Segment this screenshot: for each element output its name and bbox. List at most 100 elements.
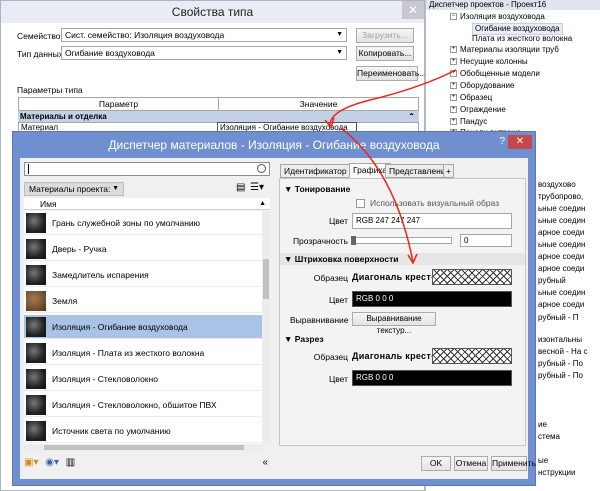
list-options-icon[interactable]: ☰▾: [250, 182, 264, 194]
browser-fragment[interactable]: арное соеди: [538, 228, 584, 238]
browser-fragment[interactable]: трубопрово,: [538, 192, 583, 202]
browser-fragment[interactable]: ьные соедин: [538, 240, 585, 250]
close-button[interactable]: ✕: [508, 135, 532, 149]
scroll-thumb[interactable]: [44, 445, 244, 450]
section-shading[interactable]: ▼ Тонирование: [280, 183, 525, 195]
params-group-row[interactable]: Материалы и отделка ⌃: [18, 111, 419, 122]
cut-pattern-name[interactable]: Диагональ крест-...: [352, 348, 443, 364]
minus-icon[interactable]: −: [450, 13, 457, 21]
browser-fragment[interactable]: воздухово: [538, 180, 576, 190]
type-select[interactable]: Огибание воздуховода ▼: [61, 46, 347, 60]
add-tab-button[interactable]: +: [443, 164, 454, 178]
plus-icon[interactable]: +: [450, 46, 457, 54]
browser-fragment[interactable]: арное соеди: [538, 300, 584, 310]
browser-fragment[interactable]: рубный: [538, 276, 566, 286]
collapse-panel-icon[interactable]: «: [262, 454, 268, 472]
browser-fragment[interactable]: ьные соедин: [538, 204, 585, 214]
list-item[interactable]: Изоляция - Стекловолокно, обшитое ПВХ: [24, 393, 262, 417]
library-panel-icon[interactable]: ▥: [66, 457, 75, 468]
family-select[interactable]: Сист. семейство: Изоляция воздуховода ▼: [61, 28, 347, 42]
library-select[interactable]: Материалы проекта: все ▼: [24, 182, 124, 206]
browser-fragment[interactable]: рубный - П: [538, 313, 579, 323]
shading-color-field[interactable]: RGB 247 247 247: [352, 213, 512, 229]
browser-fragment[interactable]: ьные соедин: [538, 288, 585, 298]
create-material-icon[interactable]: ◉▾: [45, 457, 59, 468]
browser-fragment[interactable]: ые: [538, 456, 548, 466]
vertical-scrollbar[interactable]: [262, 211, 270, 444]
cut-color-field[interactable]: RGB 0 0 0: [352, 370, 512, 386]
apply-button[interactable]: Применить: [491, 456, 536, 471]
ok-button[interactable]: OK: [421, 456, 451, 471]
tree-item-duct-insulation[interactable]: − Изоляция воздуховода: [450, 12, 545, 22]
transparency-slider[interactable]: [351, 236, 452, 245]
list-item[interactable]: Дверь - Ручка: [24, 237, 262, 261]
tree-item-generic-models[interactable]: + Обобщенные модели: [450, 69, 540, 79]
library-folder-icon[interactable]: ▣▾: [24, 457, 38, 468]
plus-icon[interactable]: +: [450, 106, 457, 114]
browser-fragment[interactable]: нструкции: [538, 468, 575, 478]
tree-item-equipment[interactable]: + Оборудование: [450, 81, 514, 91]
list-item[interactable]: Грань служебной зоны по умолчанию: [24, 211, 262, 235]
family-label: Семейство:: [17, 31, 63, 41]
surface-color-field[interactable]: RGB 0 0 0: [352, 291, 512, 307]
plus-icon[interactable]: +: [450, 82, 457, 90]
list-item[interactable]: Изоляция - Плата из жесткого волокна: [24, 341, 262, 365]
group-name: Материалы и отделка: [20, 112, 107, 121]
tree-item-pipe-insulation[interactable]: + Материалы изоляции труб: [450, 45, 559, 55]
list-item[interactable]: Изоляция - Стекловолокно: [24, 367, 262, 391]
plus-icon[interactable]: +: [450, 94, 457, 102]
chevron-down-icon: ▼: [336, 31, 343, 38]
texture-align-button[interactable]: Выравнивание текстур...: [352, 312, 436, 335]
left-pane-toolbar: ▣▾ ◉▾ ▥ «: [24, 454, 270, 472]
browser-fragment[interactable]: рубный - По: [538, 371, 583, 381]
tree-item-ramp[interactable]: + Пандус: [450, 117, 487, 127]
tree-item-sample[interactable]: + Образец: [450, 93, 492, 103]
view-mode-icon[interactable]: ▤: [236, 182, 245, 194]
use-appearance-checkbox[interactable]: [356, 199, 365, 208]
help-icon[interactable]: ?: [499, 136, 505, 147]
list-item[interactable]: Источник света по умолчанию: [24, 419, 262, 443]
list-item[interactable]: Земля: [24, 289, 262, 313]
browser-fragment[interactable]: стема: [538, 432, 560, 442]
search-input[interactable]: [24, 162, 270, 176]
browser-title: Диспетчер проектов - Проект16: [426, 0, 600, 10]
slider-handle[interactable]: [351, 236, 356, 245]
section-surface-pattern[interactable]: ▼ Штриховка поверхности: [280, 253, 525, 265]
browser-fragment[interactable]: изонтальны: [538, 335, 582, 345]
type-label: Тип данных:: [17, 49, 66, 59]
close-button[interactable]: ✕: [402, 1, 424, 19]
load-button[interactable]: Загрузить...: [356, 28, 414, 43]
list-header[interactable]: Имя ▲: [24, 198, 270, 210]
browser-fragment[interactable]: арное соеди: [538, 252, 584, 262]
collapse-icon[interactable]: ⌃: [408, 111, 415, 122]
list-item-selected[interactable]: Изоляция - Огибание воздуховода: [24, 315, 262, 339]
horizontal-scrollbar[interactable]: [24, 444, 262, 451]
tree-item-columns[interactable]: + Несущие колонны: [450, 57, 528, 67]
surface-pattern-name[interactable]: Диагональ крест-...: [352, 269, 443, 285]
tree-item-railing[interactable]: + Ограждение: [450, 105, 506, 115]
browser-fragment[interactable]: ие: [538, 420, 547, 430]
copy-button[interactable]: Копировать...: [356, 46, 414, 61]
material-swatch: [26, 265, 46, 285]
scroll-thumb[interactable]: [263, 259, 269, 299]
color-label: Цвет: [328, 374, 348, 384]
sort-arrow-icon[interactable]: ▲: [259, 198, 266, 210]
plus-icon[interactable]: +: [450, 70, 457, 78]
rename-button[interactable]: Переименовать...: [356, 66, 426, 81]
browser-fragment[interactable]: весной - На с: [538, 347, 588, 357]
transparency-input[interactable]: 0: [460, 234, 512, 247]
tab-identity[interactable]: Идентификатор: [280, 164, 351, 178]
plus-icon[interactable]: +: [450, 58, 457, 66]
section-cut[interactable]: ▼ Разрез: [280, 333, 525, 345]
cut-pattern-swatch[interactable]: [432, 348, 512, 364]
cancel-button[interactable]: Отмена: [454, 456, 488, 471]
surface-pattern-swatch[interactable]: [432, 269, 512, 285]
browser-fragment[interactable]: рубный - По: [538, 359, 583, 369]
material-manager-dialog: Диспетчер материалов - Изоляция - Огибан…: [12, 131, 536, 486]
browser-fragment[interactable]: ьные соедин: [538, 216, 585, 226]
plus-icon[interactable]: +: [450, 118, 457, 126]
browser-fragment[interactable]: арное соеди: [538, 264, 584, 274]
tree-item-rigid-board[interactable]: Плата из жесткого волокна: [472, 34, 572, 44]
search-icon[interactable]: [257, 164, 266, 173]
list-item[interactable]: Замедлитель испарения: [24, 263, 262, 287]
